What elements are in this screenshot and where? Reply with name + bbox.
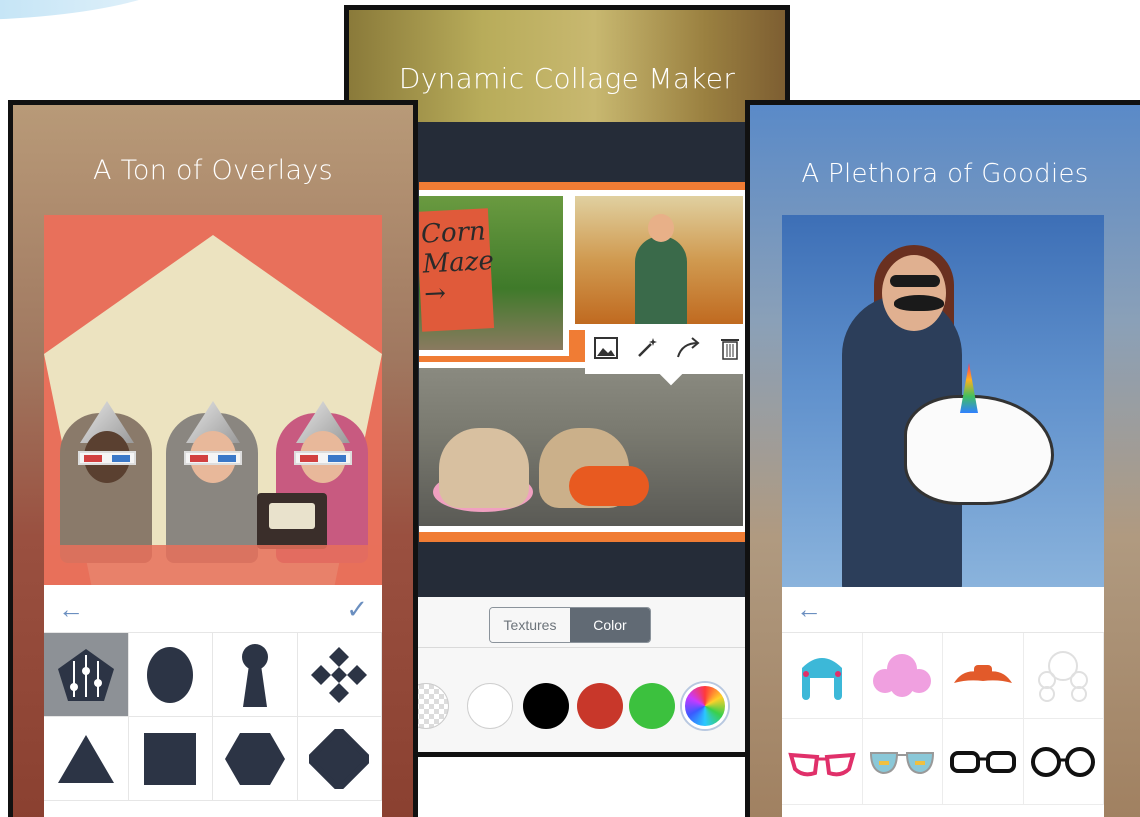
goodie-blue-pigtails-wig[interactable] [782, 633, 863, 719]
unicorn-horn [960, 363, 978, 413]
tile-edit-popover [585, 328, 749, 374]
goodies-toolbar: ← [782, 587, 1104, 633]
swatch-black[interactable] [523, 683, 569, 729]
redo-arrow-icon[interactable] [676, 336, 702, 366]
person-head [882, 255, 946, 331]
3d-glasses [78, 451, 136, 465]
3d-glasses [294, 451, 352, 465]
goodie-pink-curly-wig[interactable] [862, 633, 943, 719]
checkmark-icon[interactable]: ✓ [346, 595, 368, 623]
overlay-band [44, 545, 382, 585]
shape-pentagon-adjust[interactable] [44, 633, 129, 717]
goodie-orange-mustache[interactable] [943, 633, 1024, 719]
shape-square[interactable] [128, 717, 213, 801]
mustache-sticker[interactable] [894, 295, 944, 311]
swatch-green[interactable] [629, 683, 675, 729]
sunglasses-sticker[interactable] [890, 275, 940, 287]
3d-glasses [184, 451, 242, 465]
overlay-shape-grid [44, 633, 382, 817]
photo-canvas[interactable] [782, 215, 1104, 587]
corn-maze-sign: Corn Maze → [419, 208, 495, 332]
back-arrow-icon[interactable]: ← [58, 595, 84, 623]
goodie-white-curly-wig[interactable] [1023, 633, 1104, 719]
segmented-control: Textures Color [489, 607, 651, 643]
collage-tile-autumn[interactable] [569, 190, 749, 330]
magic-wand-icon[interactable] [635, 336, 659, 367]
dog-costume [569, 466, 649, 506]
goodie-pink-cateye-glasses[interactable] [782, 719, 863, 805]
radio-device [257, 493, 327, 549]
goodies-screen: A Plethora of Goodies ← [745, 100, 1140, 817]
shape-diamond[interactable] [297, 717, 382, 801]
shape-triangle[interactable] [44, 717, 129, 801]
collage-tile-corn-maze[interactable]: Corn Maze → [419, 190, 569, 356]
overlays-screen: A Ton of Overlays ← ✓ [8, 100, 418, 817]
goodie-aviator-sunglasses[interactable] [862, 719, 943, 805]
shape-diamond-cluster[interactable] [297, 633, 382, 717]
boy-figure [166, 401, 258, 563]
panel-title: A Ton of Overlays [93, 155, 333, 186]
swatch-white[interactable] [467, 683, 513, 729]
photo-canvas[interactable] [44, 215, 382, 585]
chimp-figure [60, 401, 152, 563]
goodie-round-glasses[interactable] [1023, 719, 1104, 805]
corner-decoration [0, 0, 200, 20]
collage-tile-dogs[interactable] [419, 362, 749, 532]
woman-figure [635, 214, 687, 324]
shape-hexagon[interactable] [213, 717, 298, 801]
panel-title: A Plethora of Goodies [801, 159, 1089, 189]
trash-icon[interactable] [719, 336, 741, 367]
dog-figure [439, 428, 529, 508]
swatch-red[interactable] [577, 683, 623, 729]
overlay-toolbar: ← ✓ [44, 585, 382, 633]
back-arrow-icon[interactable]: ← [796, 595, 822, 623]
swatch-color-wheel[interactable] [682, 683, 728, 729]
unicorn-mask-sticker[interactable] [904, 395, 1054, 505]
shape-oval[interactable] [128, 633, 213, 717]
goodies-grid [782, 633, 1104, 817]
segment-color[interactable]: Color [570, 608, 650, 642]
panel-title: Dynamic Collage Maker [398, 62, 736, 95]
segment-textures[interactable]: Textures [490, 608, 570, 642]
image-icon[interactable] [593, 336, 618, 366]
shape-keyhole[interactable] [213, 633, 298, 717]
goodie-black-glasses[interactable] [943, 719, 1024, 805]
